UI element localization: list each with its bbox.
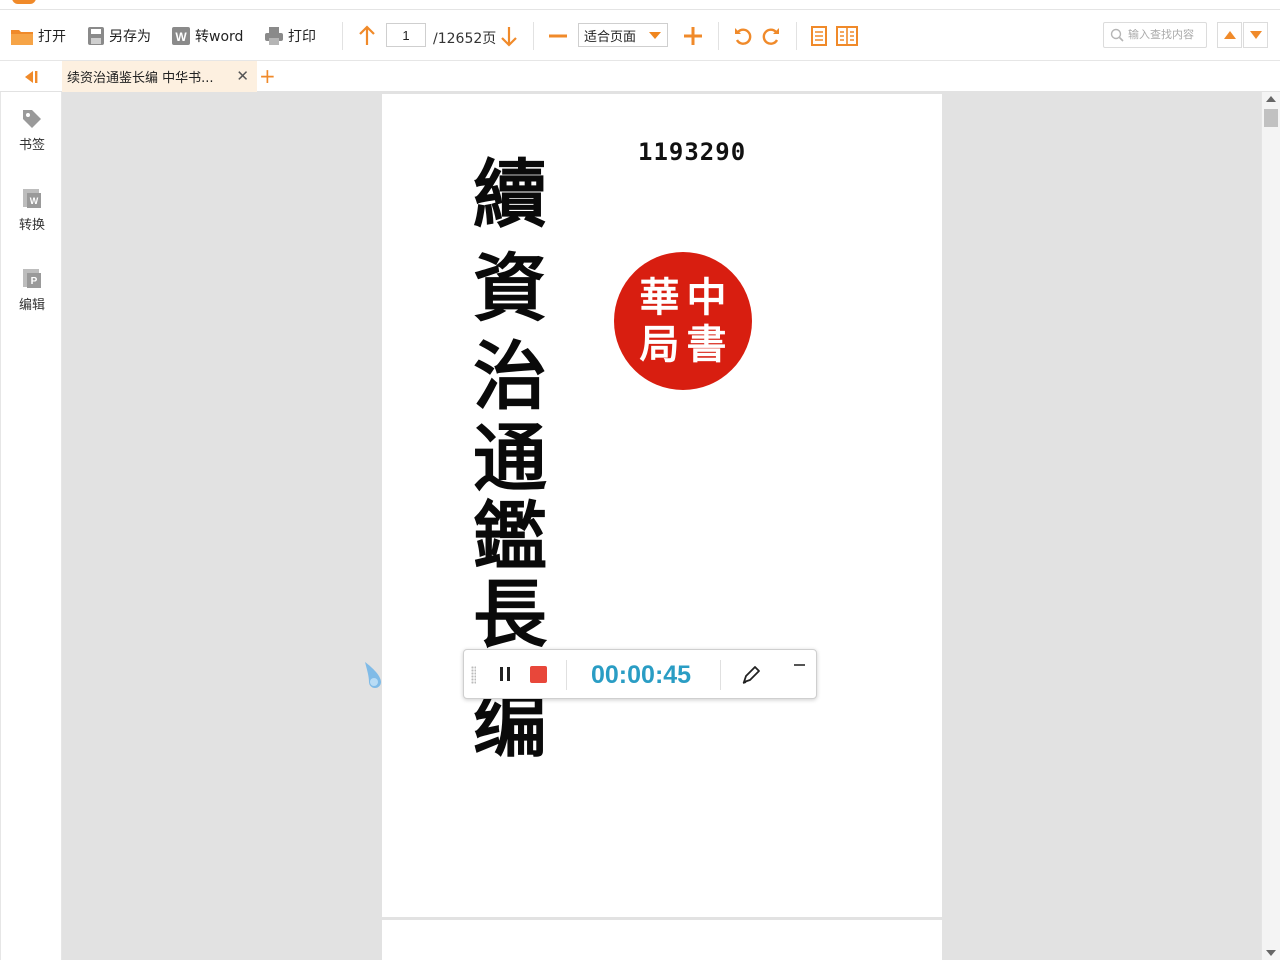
recorder-divider — [566, 660, 567, 690]
minus-icon — [549, 34, 567, 38]
sidebar-item-label: 书签 — [18, 138, 45, 153]
double-page-icon — [836, 26, 858, 46]
document-viewport[interactable]: 1193290 續 資 治 通 鑑 長 编 華 中 局 書 — [62, 92, 1261, 960]
sidebar-item-bookmark[interactable]: 书签 — [1, 108, 63, 168]
recorder-divider — [720, 660, 721, 690]
toolbar-divider — [533, 22, 534, 50]
rotate-ccw-icon — [735, 28, 752, 45]
pdf-edit-icon: P — [23, 269, 41, 288]
save-as-button[interactable]: 另存为 — [87, 24, 151, 48]
scroll-up-icon[interactable] — [1266, 96, 1276, 102]
pdf-page-next — [382, 920, 942, 960]
stop-icon[interactable] — [530, 666, 547, 683]
title-bar — [0, 0, 1280, 10]
sidebar-item-edit[interactable]: P 编辑 — [1, 268, 63, 328]
page-number-input[interactable] — [386, 23, 426, 47]
print-button[interactable]: 打印 — [264, 24, 316, 48]
zoom-out-button[interactable] — [546, 24, 570, 48]
rotate-left-button[interactable] — [731, 24, 755, 48]
pdf-reader-window: 打开 另存为 W 转word 打印 /12652页 适合页面 — [0, 0, 1280, 960]
title-char: 通 — [473, 416, 547, 502]
triangle-up-icon — [1223, 31, 1236, 39]
svg-text:P: P — [31, 276, 38, 287]
pdf-page: 1193290 續 資 治 通 鑑 長 编 華 中 局 書 — [382, 94, 942, 917]
word-icon: W — [172, 27, 190, 45]
print-label: 打印 — [288, 29, 316, 45]
publisher-seal: 華 中 局 書 — [614, 252, 752, 390]
seal-char: 局 — [639, 320, 680, 368]
sidebar-item-label: 转换 — [18, 218, 45, 233]
sidebar-item-convert[interactable]: W 转换 — [1, 188, 63, 248]
search-prev-button[interactable] — [1217, 22, 1242, 48]
title-char: 鑑 — [473, 494, 547, 580]
tab-bar: 续资治通鉴长编 中华书... ✕ + — [0, 61, 1280, 92]
double-page-view-button[interactable] — [835, 24, 859, 48]
seal-char: 中 — [686, 273, 727, 321]
plus-icon — [684, 27, 702, 45]
seal-characters: 華 中 局 書 — [636, 274, 730, 368]
zoom-select[interactable]: 适合页面 — [578, 23, 668, 47]
minimize-icon[interactable] — [794, 658, 806, 670]
tag-icon — [23, 110, 41, 128]
single-page-icon — [811, 26, 827, 46]
title-char: 續 — [473, 152, 547, 238]
seal-char: 華 — [639, 273, 680, 321]
to-word-label: 转word — [195, 29, 244, 45]
title-char: 编 — [473, 682, 547, 768]
search-icon — [1110, 28, 1124, 42]
to-word-button[interactable]: W 转word — [171, 24, 243, 48]
mouse-cursor-icon — [365, 662, 381, 688]
title-char: 治 — [473, 334, 547, 420]
new-tab-button[interactable]: + — [259, 65, 276, 87]
search-next-button[interactable] — [1243, 22, 1268, 48]
pause-icon[interactable] — [498, 665, 512, 683]
tab-label: 续资治通鉴长编 中华书... — [67, 71, 214, 86]
arrow-up-icon — [359, 25, 375, 45]
rotate-cw-icon — [762, 28, 779, 45]
page-stamp-number: 1193290 — [638, 138, 747, 166]
rotate-right-button[interactable] — [759, 24, 783, 48]
main-toolbar: 打开 另存为 W 转word 打印 /12652页 适合页面 — [0, 10, 1280, 61]
folder-icon — [11, 30, 33, 45]
toolbar-divider — [796, 22, 797, 50]
close-icon[interactable]: ✕ — [236, 69, 249, 84]
sidebar-item-label: 编辑 — [18, 298, 45, 313]
collapse-left-icon — [25, 71, 38, 83]
toolbar-divider — [342, 22, 343, 50]
zoom-in-button[interactable] — [681, 24, 705, 48]
zoom-value: 适合页面 — [584, 29, 637, 45]
save-icon — [88, 27, 104, 45]
title-char: 長 — [473, 572, 547, 658]
svg-text:W: W — [30, 196, 39, 206]
triangle-down-icon — [1249, 31, 1262, 39]
word-convert-icon: W — [23, 189, 41, 208]
scrollbar-thumb[interactable] — [1264, 109, 1278, 127]
title-char: 資 — [473, 246, 547, 332]
vertical-scrollbar[interactable] — [1261, 92, 1280, 960]
open-button[interactable]: 打开 — [10, 24, 66, 48]
svg-text:W: W — [175, 30, 187, 44]
seal-char: 書 — [686, 320, 727, 368]
left-sidebar: 书签 W 转换 P 编辑 — [0, 92, 62, 960]
prev-page-button[interactable] — [355, 24, 379, 48]
drag-handle[interactable] — [471, 666, 476, 684]
search-box[interactable] — [1103, 22, 1207, 48]
screen-recorder-widget: 00:00:45 — [463, 649, 817, 699]
save-as-label: 另存为 — [109, 29, 151, 45]
printer-icon — [265, 27, 283, 45]
single-page-view-button[interactable] — [807, 24, 831, 48]
scroll-down-icon[interactable] — [1266, 950, 1276, 956]
toolbar-divider — [718, 22, 719, 50]
search-input[interactable] — [1128, 29, 1204, 41]
collapse-sidebar-button[interactable] — [22, 69, 40, 83]
open-label: 打开 — [38, 29, 66, 45]
recording-timer: 00:00:45 — [591, 661, 692, 689]
arrow-down-icon — [501, 27, 517, 47]
pen-icon[interactable] — [740, 664, 762, 686]
page-total-label: /12652页 — [433, 31, 497, 47]
dropdown-caret-icon — [649, 32, 661, 39]
tab-document[interactable]: 续资治通鉴长编 中华书... ✕ — [62, 61, 257, 92]
next-page-button[interactable] — [497, 24, 521, 48]
app-logo-icon — [12, 0, 36, 4]
